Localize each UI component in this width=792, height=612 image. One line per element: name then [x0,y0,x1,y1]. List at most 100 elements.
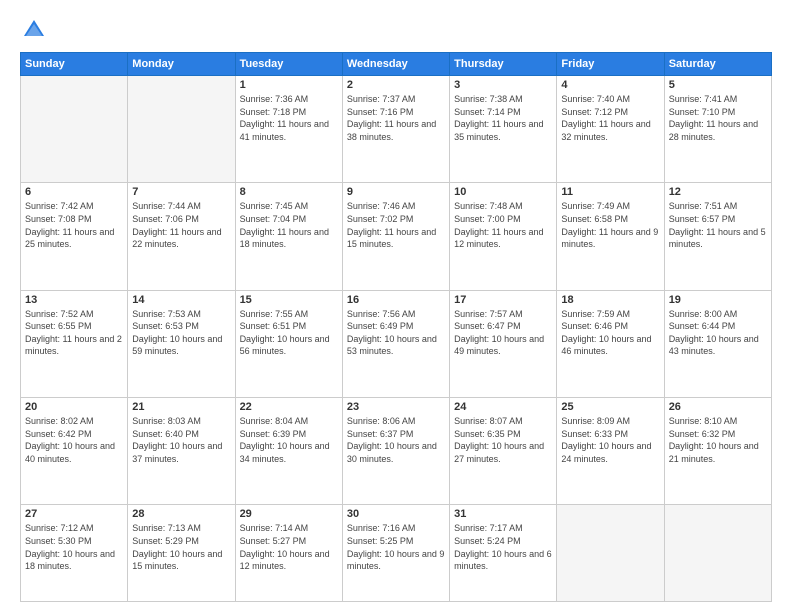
calendar-cell: 8 Sunrise: 7:45 AM Sunset: 7:04 PM Daylig… [235,183,342,290]
day-info: Sunrise: 7:36 AM Sunset: 7:18 PM Dayligh… [240,93,338,143]
day-info: Sunrise: 7:14 AM Sunset: 5:27 PM Dayligh… [240,522,338,572]
calendar-cell: 14 Sunrise: 7:53 AM Sunset: 6:53 PM Dayli… [128,290,235,397]
calendar-cell: 1 Sunrise: 7:36 AM Sunset: 7:18 PM Daylig… [235,76,342,183]
calendar: SundayMondayTuesdayWednesdayThursdayFrid… [20,52,772,602]
day-number: 28 [132,508,230,520]
day-info: Sunrise: 8:06 AM Sunset: 6:37 PM Dayligh… [347,415,445,465]
day-info: Sunrise: 7:51 AM Sunset: 6:57 PM Dayligh… [669,200,767,250]
calendar-cell: 18 Sunrise: 7:59 AM Sunset: 6:46 PM Dayli… [557,290,664,397]
day-info: Sunrise: 8:00 AM Sunset: 6:44 PM Dayligh… [669,308,767,358]
calendar-cell [21,76,128,183]
day-info: Sunrise: 7:53 AM Sunset: 6:53 PM Dayligh… [132,308,230,358]
calendar-cell: 5 Sunrise: 7:41 AM Sunset: 7:10 PM Daylig… [664,76,771,183]
day-number: 10 [454,186,552,198]
day-info: Sunrise: 7:49 AM Sunset: 6:58 PM Dayligh… [561,200,659,250]
day-info: Sunrise: 7:16 AM Sunset: 5:25 PM Dayligh… [347,522,445,572]
day-number: 30 [347,508,445,520]
day-info: Sunrise: 8:07 AM Sunset: 6:35 PM Dayligh… [454,415,552,465]
calendar-cell: 24Sunrise: 8:07 AM Sunset: 6:35 PM Dayli… [450,398,557,505]
header [20,16,772,44]
day-info: Sunrise: 8:04 AM Sunset: 6:39 PM Dayligh… [240,415,338,465]
calendar-cell: 6 Sunrise: 7:42 AM Sunset: 7:08 PM Daylig… [21,183,128,290]
day-number: 16 [347,294,445,306]
calendar-cell: 15 Sunrise: 7:55 AM Sunset: 6:51 PM Dayli… [235,290,342,397]
day-info: Sunrise: 7:12 AM Sunset: 5:30 PM Dayligh… [25,522,123,572]
day-number: 31 [454,508,552,520]
calendar-cell: 13Sunrise: 7:52 AM Sunset: 6:55 PM Dayli… [21,290,128,397]
day-number: 11 [561,186,659,198]
day-number: 8 [240,186,338,198]
calendar-cell: 4 Sunrise: 7:40 AM Sunset: 7:12 PM Daylig… [557,76,664,183]
calendar-cell: 23 Sunrise: 8:06 AM Sunset: 6:37 PM Dayli… [342,398,449,505]
calendar-cell: 3Sunrise: 7:38 AM Sunset: 7:14 PM Daylig… [450,76,557,183]
day-info: Sunrise: 8:02 AM Sunset: 6:42 PM Dayligh… [25,415,123,465]
day-number: 23 [347,401,445,413]
calendar-cell: 26 Sunrise: 8:10 AM Sunset: 6:32 PM Dayli… [664,398,771,505]
day-info: Sunrise: 8:10 AM Sunset: 6:32 PM Dayligh… [669,415,767,465]
day-info: Sunrise: 7:41 AM Sunset: 7:10 PM Dayligh… [669,93,767,143]
day-info: Sunrise: 7:57 AM Sunset: 6:47 PM Dayligh… [454,308,552,358]
day-info: Sunrise: 7:45 AM Sunset: 7:04 PM Dayligh… [240,200,338,250]
day-number: 26 [669,401,767,413]
day-info: Sunrise: 7:40 AM Sunset: 7:12 PM Dayligh… [561,93,659,143]
col-header-saturday: Saturday [664,53,771,76]
day-number: 14 [132,294,230,306]
calendar-cell: 11 Sunrise: 7:49 AM Sunset: 6:58 PM Dayli… [557,183,664,290]
day-info: Sunrise: 7:48 AM Sunset: 7:00 PM Dayligh… [454,200,552,250]
day-number: 19 [669,294,767,306]
day-number: 7 [132,186,230,198]
calendar-cell: 27Sunrise: 7:12 AM Sunset: 5:30 PM Dayli… [21,505,128,602]
day-number: 12 [669,186,767,198]
calendar-cell: 21 Sunrise: 8:03 AM Sunset: 6:40 PM Dayli… [128,398,235,505]
day-number: 2 [347,79,445,91]
day-number: 18 [561,294,659,306]
day-info: Sunrise: 7:46 AM Sunset: 7:02 PM Dayligh… [347,200,445,250]
day-info: Sunrise: 7:42 AM Sunset: 7:08 PM Dayligh… [25,200,123,250]
day-number: 5 [669,79,767,91]
calendar-cell: 19 Sunrise: 8:00 AM Sunset: 6:44 PM Dayli… [664,290,771,397]
day-number: 6 [25,186,123,198]
calendar-cell: 28 Sunrise: 7:13 AM Sunset: 5:29 PM Dayli… [128,505,235,602]
day-number: 21 [132,401,230,413]
day-info: Sunrise: 7:17 AM Sunset: 5:24 PM Dayligh… [454,522,552,572]
week-row-3: 20Sunrise: 8:02 AM Sunset: 6:42 PM Dayli… [21,398,772,505]
calendar-cell: 12 Sunrise: 7:51 AM Sunset: 6:57 PM Dayli… [664,183,771,290]
day-info: Sunrise: 7:44 AM Sunset: 7:06 PM Dayligh… [132,200,230,250]
week-row-0: 1 Sunrise: 7:36 AM Sunset: 7:18 PM Daylig… [21,76,772,183]
calendar-cell: 20Sunrise: 8:02 AM Sunset: 6:42 PM Dayli… [21,398,128,505]
day-info: Sunrise: 7:55 AM Sunset: 6:51 PM Dayligh… [240,308,338,358]
col-header-monday: Monday [128,53,235,76]
col-header-wednesday: Wednesday [342,53,449,76]
day-number: 1 [240,79,338,91]
day-number: 15 [240,294,338,306]
week-row-4: 27Sunrise: 7:12 AM Sunset: 5:30 PM Dayli… [21,505,772,602]
day-info: Sunrise: 7:56 AM Sunset: 6:49 PM Dayligh… [347,308,445,358]
calendar-cell [128,76,235,183]
calendar-cell: 2 Sunrise: 7:37 AM Sunset: 7:16 PM Daylig… [342,76,449,183]
day-info: Sunrise: 7:59 AM Sunset: 6:46 PM Dayligh… [561,308,659,358]
day-number: 13 [25,294,123,306]
day-info: Sunrise: 7:13 AM Sunset: 5:29 PM Dayligh… [132,522,230,572]
calendar-cell: 22Sunrise: 8:04 AM Sunset: 6:39 PM Dayli… [235,398,342,505]
col-header-friday: Friday [557,53,664,76]
day-info: Sunrise: 7:37 AM Sunset: 7:16 PM Dayligh… [347,93,445,143]
calendar-cell [557,505,664,602]
day-info: Sunrise: 7:38 AM Sunset: 7:14 PM Dayligh… [454,93,552,143]
calendar-cell: 9Sunrise: 7:46 AM Sunset: 7:02 PM Daylig… [342,183,449,290]
calendar-cell: 30 Sunrise: 7:16 AM Sunset: 5:25 PM Dayli… [342,505,449,602]
week-row-2: 13Sunrise: 7:52 AM Sunset: 6:55 PM Dayli… [21,290,772,397]
logo-icon [20,16,48,44]
calendar-cell: 16 Sunrise: 7:56 AM Sunset: 6:49 PM Dayli… [342,290,449,397]
week-row-1: 6 Sunrise: 7:42 AM Sunset: 7:08 PM Daylig… [21,183,772,290]
calendar-cell: 10 Sunrise: 7:48 AM Sunset: 7:00 PM Dayli… [450,183,557,290]
calendar-cell: 17Sunrise: 7:57 AM Sunset: 6:47 PM Dayli… [450,290,557,397]
logo [20,16,52,44]
day-number: 4 [561,79,659,91]
day-number: 29 [240,508,338,520]
day-info: Sunrise: 8:03 AM Sunset: 6:40 PM Dayligh… [132,415,230,465]
day-info: Sunrise: 8:09 AM Sunset: 6:33 PM Dayligh… [561,415,659,465]
page: SundayMondayTuesdayWednesdayThursdayFrid… [0,0,792,612]
col-header-sunday: Sunday [21,53,128,76]
col-header-thursday: Thursday [450,53,557,76]
calendar-cell: 25Sunrise: 8:09 AM Sunset: 6:33 PM Dayli… [557,398,664,505]
